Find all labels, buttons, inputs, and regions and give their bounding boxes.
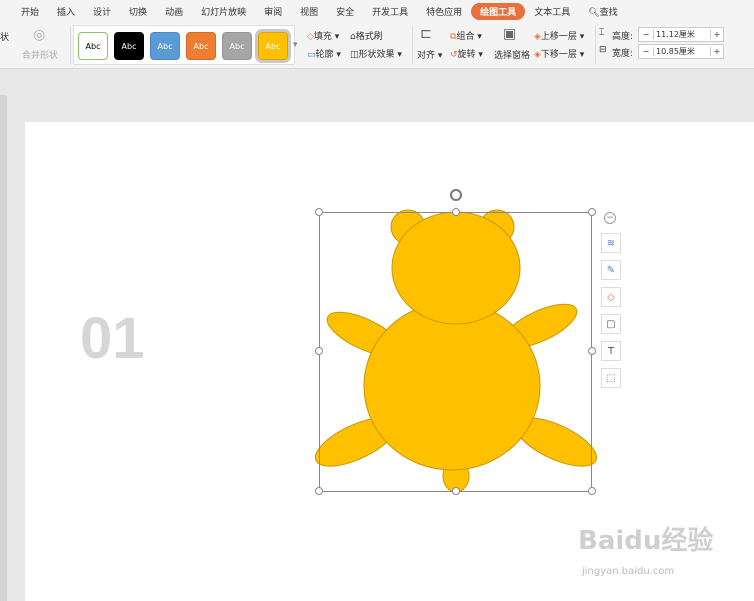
outline-icon[interactable]: ▢ <box>601 314 621 334</box>
resize-handle[interactable] <box>588 208 596 216</box>
resize-handle[interactable] <box>315 208 323 216</box>
resize-handle[interactable] <box>452 487 460 495</box>
bear-head <box>391 211 521 325</box>
resize-handle[interactable] <box>588 487 596 495</box>
bear-body <box>363 301 541 471</box>
collapse-icon[interactable]: − <box>604 212 616 224</box>
text-box-icon[interactable]: T <box>601 341 621 361</box>
watermark-url: jingyan.baidu.com <box>582 566 675 577</box>
watermark: Baidu经验 <box>578 526 714 556</box>
resize-handle[interactable] <box>452 208 460 216</box>
bear-shape[interactable] <box>0 0 754 601</box>
resize-handle[interactable] <box>315 487 323 495</box>
fill-bucket-icon[interactable]: ◇ <box>601 287 621 307</box>
resize-handle[interactable] <box>315 347 323 355</box>
pen-icon[interactable]: ✎ <box>601 260 621 280</box>
text-wrap-icon[interactable]: ⬚ <box>601 368 621 388</box>
rotate-handle-icon <box>450 189 462 201</box>
layers-icon[interactable]: ≋ <box>601 233 621 253</box>
resize-handle[interactable] <box>588 347 596 355</box>
